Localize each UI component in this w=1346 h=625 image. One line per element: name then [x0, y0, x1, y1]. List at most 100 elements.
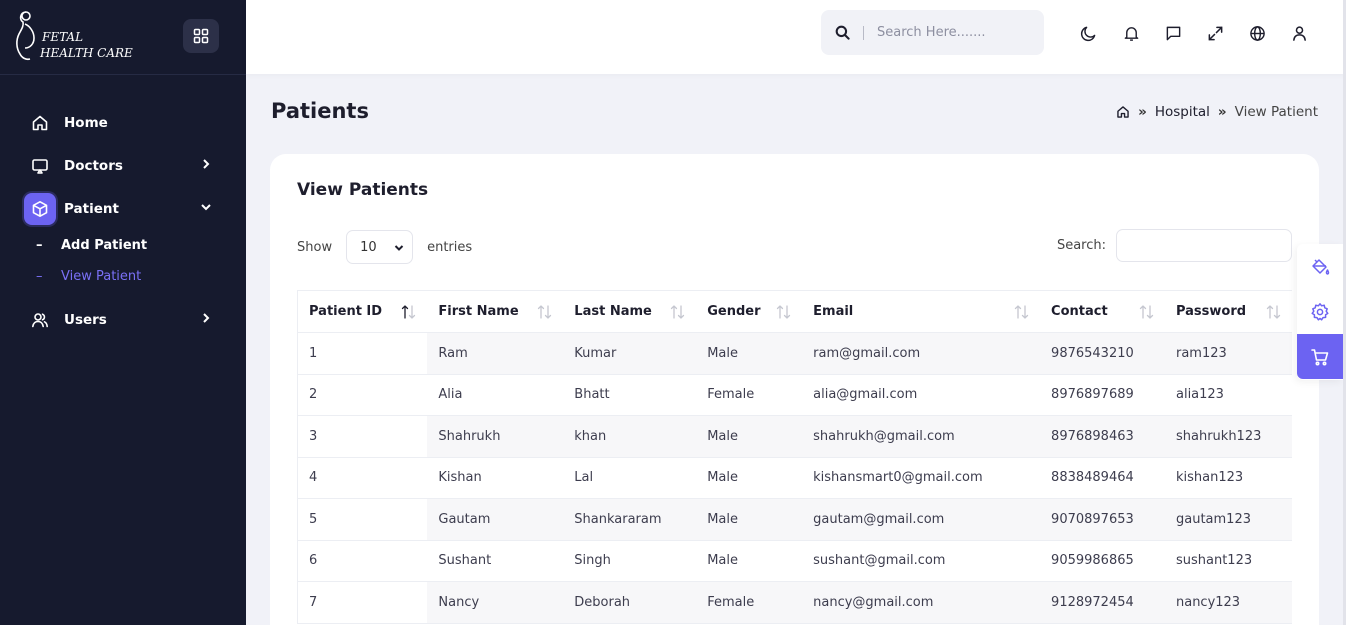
header-label: First Name: [438, 304, 519, 319]
chevron-right-icon: [203, 313, 210, 323]
chevron-down-icon: [201, 204, 211, 211]
page-title: Patients: [271, 99, 369, 123]
cell-email: nancy@gmail.com: [802, 581, 1041, 624]
breadcrumb-current: View Patient: [1234, 104, 1318, 120]
entries-value: 10: [360, 239, 377, 255]
sidebar-item-patient[interactable]: Patient: [0, 187, 246, 230]
cell-contact: 9876543210: [1040, 332, 1165, 375]
users-icon: [24, 304, 56, 336]
pregnant-woman-logo-icon[interactable]: [12, 8, 42, 62]
table-row: 1 Ram Kumar Male ram@gmail.com 987654321…: [297, 332, 1292, 375]
table-filter: Search:: [1057, 229, 1292, 262]
sidebar-item-label: Users: [64, 311, 107, 328]
cell-password: nancy123: [1164, 581, 1292, 624]
home-icon[interactable]: [1116, 105, 1130, 119]
globe-icon[interactable]: [1247, 23, 1267, 43]
cell-contact: 9128972454: [1040, 581, 1165, 624]
sidebar-nav: Home Doctors Patient – Add Patient – Vie…: [0, 75, 246, 341]
sidebar-item-label: Home: [64, 114, 108, 131]
cell-gender: Male: [696, 498, 803, 541]
column-header-password[interactable]: Password: [1164, 290, 1292, 333]
cart-icon: [1311, 348, 1329, 366]
cell-patient-id: 7: [297, 581, 428, 624]
user-icon[interactable]: [1289, 23, 1309, 43]
cell-gender: Female: [696, 581, 803, 624]
sort-icon: [538, 305, 552, 319]
cell-email: kishansmart0@gmail.com: [802, 457, 1041, 499]
table-row: 4 Kishan Lal Male kishansmart0@gmail.com…: [297, 457, 1292, 499]
dark-mode-icon[interactable]: [1078, 23, 1098, 43]
cell-email: alia@gmail.com: [802, 374, 1041, 416]
header-label: Gender: [707, 304, 761, 319]
cell-first-name: Sushant: [427, 540, 564, 582]
breadcrumb-hospital[interactable]: Hospital: [1155, 104, 1210, 120]
cell-patient-id: 3: [297, 415, 428, 458]
sidebar-subitem-view-patient[interactable]: – View Patient: [0, 261, 246, 292]
cell-first-name: Kishan: [427, 457, 564, 499]
cell-last-name: khan: [563, 415, 697, 458]
table-header-row: Patient ID First Name Last Name Gender E…: [297, 290, 1292, 333]
header-label: Contact: [1051, 304, 1108, 319]
sidebar-item-doctors[interactable]: Doctors: [0, 144, 246, 187]
table-search-input[interactable]: [1116, 229, 1292, 262]
column-header-gender[interactable]: Gender: [696, 290, 803, 333]
cell-gender: Male: [696, 415, 803, 458]
cell-contact: 9070897653: [1040, 498, 1165, 541]
cell-last-name: Lal: [563, 457, 697, 499]
cell-gender: Male: [696, 332, 803, 375]
cell-last-name: Singh: [563, 540, 697, 582]
cell-password: kishan123: [1164, 457, 1292, 499]
cell-last-name: Deborah: [563, 581, 697, 624]
cell-contact: 8838489464: [1040, 457, 1165, 499]
column-header-last-name[interactable]: Last Name: [563, 290, 697, 333]
settings-button[interactable]: [1297, 289, 1343, 334]
sidebar-item-users[interactable]: Users: [0, 298, 246, 341]
cell-email: gautam@gmail.com: [802, 498, 1041, 541]
cell-password: ram123: [1164, 332, 1292, 375]
sort-icon: [1014, 305, 1029, 319]
sort-icon: [1139, 305, 1154, 319]
cell-gender: Male: [696, 540, 803, 582]
theme-paint-button[interactable]: [1297, 244, 1343, 289]
cell-contact: 8976898463: [1040, 415, 1165, 458]
sub-dash: –: [36, 238, 43, 253]
cell-last-name: Shankararam: [563, 498, 697, 541]
cell-first-name: Shahrukh: [427, 415, 564, 458]
table-row: 5 Gautam Shankararam Male gautam@gmail.c…: [297, 498, 1292, 541]
cell-password: sushant123: [1164, 540, 1292, 582]
column-header-contact[interactable]: Contact: [1040, 290, 1165, 333]
cell-last-name: Bhatt: [563, 374, 697, 416]
brand-line-2: HEALTH CARE: [40, 46, 133, 60]
cart-button[interactable]: [1297, 334, 1343, 379]
column-header-first-name[interactable]: First Name: [427, 290, 564, 333]
cell-gender: Male: [696, 457, 803, 499]
sidebar-subitem-label: View Patient: [61, 269, 142, 284]
fullscreen-icon[interactable]: [1205, 23, 1225, 43]
menu-toggle-button[interactable]: [183, 19, 219, 53]
column-header-email[interactable]: Email: [802, 290, 1041, 333]
sidebar-item-label: Doctors: [64, 157, 123, 174]
grid-icon: [193, 28, 209, 44]
cell-patient-id: 4: [297, 457, 428, 499]
patients-card: View Patients Show 10 entries Search: Pa…: [270, 154, 1319, 625]
header-search-input[interactable]: [877, 25, 1027, 40]
sidebar-item-home[interactable]: Home: [0, 101, 246, 144]
cell-first-name: Alia: [427, 374, 564, 416]
bell-icon[interactable]: [1121, 23, 1141, 43]
cell-patient-id: 6: [297, 540, 428, 582]
sidebar-subitem-add-patient[interactable]: – Add Patient: [0, 230, 246, 261]
column-header-patient-id[interactable]: Patient ID: [297, 290, 428, 333]
top-header: [246, 0, 1346, 74]
entries-select[interactable]: 10: [346, 230, 414, 264]
table-row: 2 Alia Bhatt Female alia@gmail.com 89768…: [297, 374, 1292, 416]
header-label: Last Name: [574, 304, 652, 319]
message-icon[interactable]: [1163, 23, 1183, 43]
entries-length: Show 10 entries: [297, 230, 472, 264]
cell-first-name: Nancy: [427, 581, 564, 624]
cell-password: shahrukh123: [1164, 415, 1292, 458]
card-title: View Patients: [297, 180, 429, 200]
home-icon: [24, 107, 56, 139]
search-icon[interactable]: [821, 25, 863, 40]
cell-first-name: Ram: [427, 332, 564, 375]
cell-email: ram@gmail.com: [802, 332, 1041, 375]
